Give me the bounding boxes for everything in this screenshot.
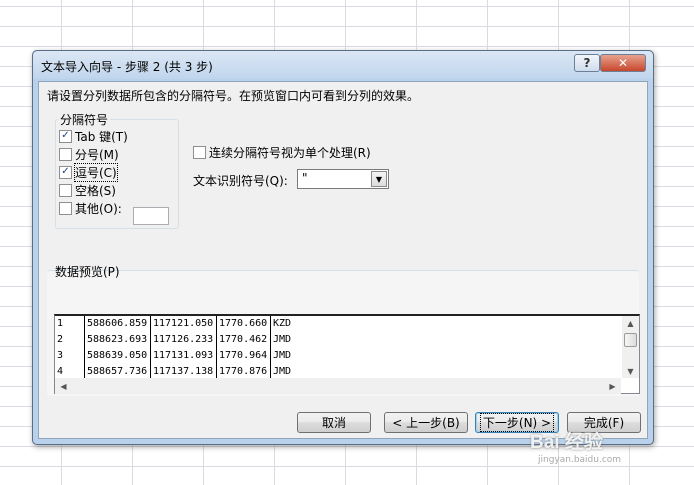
back-button-label: < 上一步(B): [392, 416, 460, 430]
checkbox-tab-box[interactable]: [59, 129, 72, 143]
cancel-button-label: 取消: [321, 416, 346, 430]
checkbox-space-label: 空格(S): [75, 183, 116, 198]
checkbox-space-box[interactable]: [59, 183, 72, 197]
text-qualifier-select[interactable]: " ▼: [297, 169, 389, 189]
checkbox-tab-label: Tab 键(T): [75, 129, 128, 144]
scrollbar-thumb[interactable]: [624, 333, 637, 347]
preview-cell: 588623.693: [87, 334, 148, 345]
help-icon: ?: [583, 56, 591, 70]
preview-cell: 588606.859: [87, 318, 148, 329]
scroll-left-icon[interactable]: ◀: [55, 379, 72, 393]
preview-cell: 1770.462: [219, 334, 268, 345]
checkbox-comma-label: 逗号(C): [74, 162, 118, 182]
preview-cell: 117131.093: [153, 350, 214, 361]
vertical-scrollbar[interactable]: ▲ ▼: [622, 316, 639, 378]
checkbox-comma-box[interactable]: [59, 165, 72, 179]
dialog-body: 请设置分列数据所包含的分隔符号。在预览窗口内可看到分列的效果。 分隔符号 Tab…: [38, 81, 648, 439]
close-button[interactable]: ✕: [600, 54, 646, 72]
data-preview-label: 数据预览(P): [55, 265, 120, 279]
data-preview-box: 1 588606.859 117121.050 1770.660 KZD 2 5…: [54, 314, 640, 394]
preview-cell: 1770.964: [219, 350, 268, 361]
preview-cell: JMD: [273, 334, 292, 345]
data-preview-grid: 1 588606.859 117121.050 1770.660 KZD 2 5…: [55, 316, 621, 380]
column-divider[interactable]: [150, 316, 151, 380]
scroll-right-icon[interactable]: ▶: [604, 379, 621, 393]
column-divider[interactable]: [270, 316, 271, 380]
dialog-title: 文本导入向导 - 步骤 2 (共 3 步): [41, 60, 213, 74]
text-qualifier-label: 文本识别符号(Q):: [193, 174, 288, 188]
preview-cell: 2: [57, 334, 64, 345]
column-divider[interactable]: [84, 316, 85, 380]
delimiters-group-label: 分隔符号: [58, 111, 111, 128]
checkbox-space[interactable]: 空格(S): [59, 182, 116, 198]
checkbox-other-label: 其他(O):: [75, 201, 122, 216]
checkbox-other[interactable]: 其他(O):: [59, 200, 122, 216]
preview-cell: 588639.050: [87, 350, 148, 361]
checkbox-semicolon-box[interactable]: [59, 147, 72, 161]
checkbox-semicolon[interactable]: 分号(M): [59, 146, 119, 162]
checkbox-semicolon-label: 分号(M): [75, 147, 119, 162]
consecutive-delimiters-label: 连续分隔符号视为单个处理(R): [209, 146, 371, 160]
preview-cell: KZD: [273, 318, 292, 329]
preview-cell: 3: [57, 350, 64, 361]
text-qualifier-value: ": [302, 171, 308, 185]
consecutive-delimiters-checkbox[interactable]: [193, 146, 206, 159]
preview-cell: 117126.233: [153, 334, 214, 345]
scroll-down-icon[interactable]: ▼: [622, 364, 639, 378]
back-button[interactable]: < 上一步(B): [384, 412, 468, 433]
baidu-watermark-url: jingyan.baidu.com: [538, 455, 622, 465]
checkbox-comma[interactable]: 逗号(C): [59, 162, 118, 182]
other-delimiter-input[interactable]: [133, 207, 169, 225]
close-icon: ✕: [617, 56, 629, 70]
table-row: 3 588639.050 117131.093 1770.964 JMD: [55, 348, 621, 364]
preview-cell: 1: [57, 318, 64, 329]
preview-cell: JMD: [273, 350, 292, 361]
title-bar[interactable]: 文本导入向导 - 步骤 2 (共 3 步) ? ✕: [33, 51, 653, 79]
preview-cell: 117121.050: [153, 318, 214, 329]
scroll-up-icon[interactable]: ▲: [622, 316, 639, 330]
baidu-watermark: Bai 经验: [530, 432, 603, 453]
instruction-text: 请设置分列数据所包含的分隔符号。在预览窗口内可看到分列的效果。: [47, 89, 420, 103]
column-divider[interactable]: [216, 316, 217, 380]
cancel-button[interactable]: 取消: [297, 412, 371, 433]
checkbox-tab[interactable]: Tab 键(T): [59, 128, 128, 144]
table-row: 1 588606.859 117121.050 1770.660 KZD: [55, 316, 621, 332]
preview-cell: 1770.660: [219, 318, 268, 329]
text-import-wizard-dialog: 文本导入向导 - 步骤 2 (共 3 步) ? ✕ 请设置分列数据所包含的分隔符…: [32, 50, 654, 445]
table-row: 2 588623.693 117126.233 1770.462 JMD: [55, 332, 621, 348]
help-button[interactable]: ?: [574, 54, 600, 72]
horizontal-scrollbar[interactable]: ◀ ▶: [55, 378, 621, 394]
dropdown-arrow-icon[interactable]: ▼: [371, 171, 387, 187]
consecutive-delimiters-option[interactable]: 连续分隔符号视为单个处理(R): [193, 144, 371, 161]
checkbox-other-box[interactable]: [59, 201, 72, 215]
delimiters-group: 分隔符号 Tab 键(T) 分号(M) 逗号(C) 空格(S) 其他(O):: [55, 111, 179, 229]
